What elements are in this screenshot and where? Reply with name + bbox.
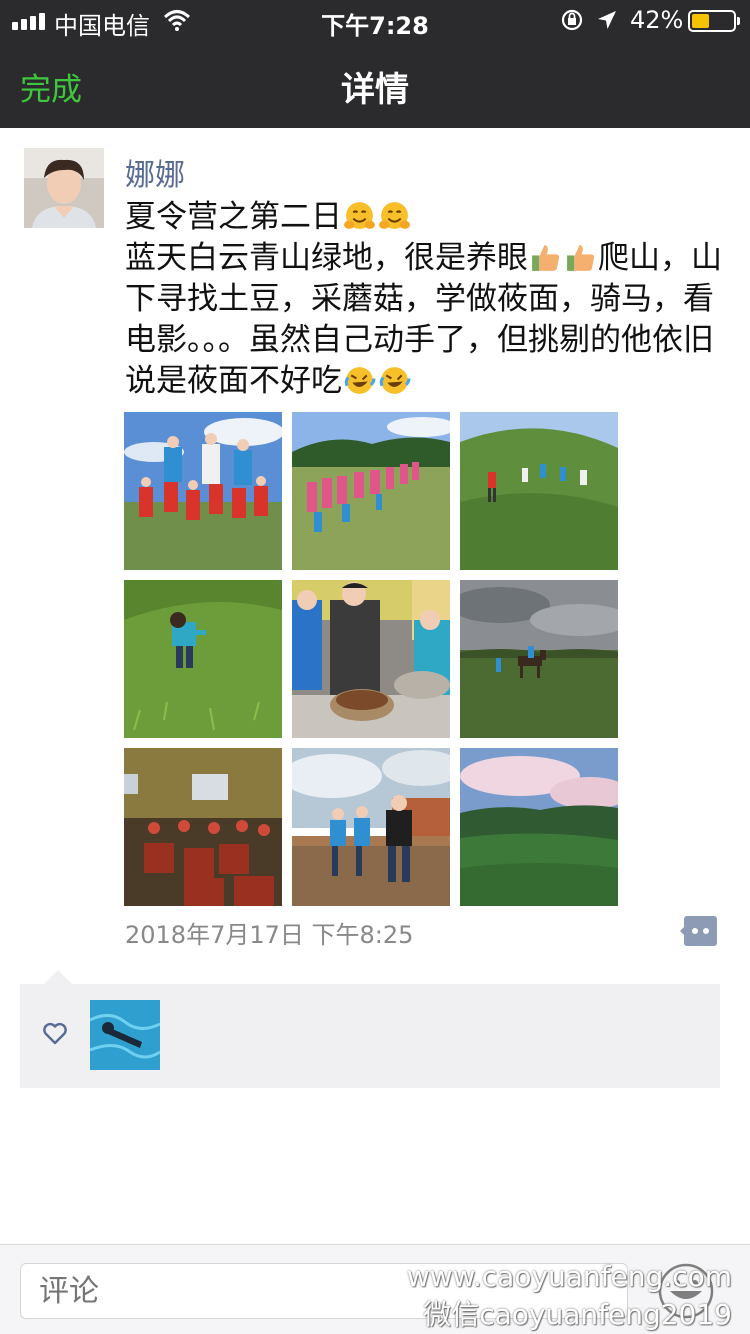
comment-options-icon[interactable] <box>680 916 717 946</box>
top-bar: 中国电信 下午7:28 42% 完成 详情 <box>0 0 750 128</box>
post-timestamp: 2018年7月17日 下午8:25 <box>125 921 414 949</box>
photo-group-blue-sky[interactable] <box>124 412 282 570</box>
photo-horse-riding-grassland[interactable] <box>460 580 618 738</box>
thumbs-up-emoji <box>532 245 560 271</box>
photo-boy-picking-mushrooms[interactable] <box>124 580 282 738</box>
hugging-face-emoji <box>379 202 410 229</box>
post-text: 夏令营之第二日 蓝天白云青山绿地，很是养眼 爬山，山下寻找土豆，采蘑菇，学做莜面，… <box>125 197 725 402</box>
photo-boys-sitting-on-wall[interactable] <box>292 748 450 906</box>
liker-avatar[interactable] <box>90 1000 160 1070</box>
emoji-face-icon[interactable] <box>656 1261 716 1321</box>
rotation-lock-icon <box>561 9 583 31</box>
photo-grid <box>124 412 618 906</box>
photo-green-hills-landscape[interactable] <box>460 748 618 906</box>
status-bar: 中国电信 下午7:28 42% <box>0 0 750 42</box>
battery-icon <box>688 10 740 32</box>
nav-bar: 完成 详情 <box>0 42 750 128</box>
rolling-laughing-emoji <box>379 367 411 394</box>
page-title: 详情 <box>341 70 409 110</box>
rolling-laughing-emoji <box>344 367 376 394</box>
photo-kids-line-on-hill[interactable] <box>292 412 450 570</box>
post-text-line-1: 夏令营之第二日 <box>125 199 342 235</box>
location-arrow-icon <box>598 11 616 29</box>
thumbs-up-emoji <box>567 245 595 271</box>
comment-bar <box>0 1244 750 1334</box>
comment-input[interactable] <box>20 1263 628 1319</box>
done-button[interactable]: 完成 <box>20 64 82 109</box>
photo-making-youmian[interactable] <box>292 580 450 738</box>
author-avatar[interactable] <box>24 148 104 228</box>
post-text-line-2a: 蓝天白云青山绿地，很是养眼 <box>125 240 528 276</box>
hugging-face-emoji <box>344 202 375 229</box>
photo-kids-walking-grassland[interactable] <box>460 412 618 570</box>
author-name[interactable]: 娜娜 <box>125 150 185 194</box>
battery-fill <box>692 14 709 28</box>
likes-panel <box>20 970 720 1088</box>
battery-percent: 42% <box>630 6 684 34</box>
heart-outline-icon <box>43 1022 67 1045</box>
photo-movie-room[interactable] <box>124 748 282 906</box>
